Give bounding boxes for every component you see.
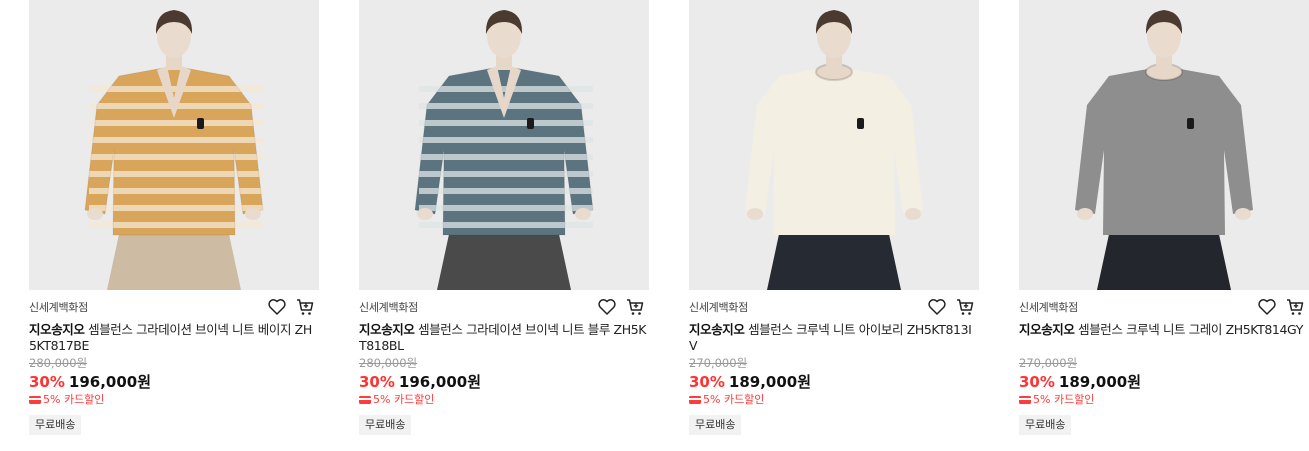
card-discount-label: 5% 카드할인 <box>43 393 105 406</box>
add-to-cart-button[interactable] <box>955 297 975 317</box>
knit-stripe <box>89 205 263 211</box>
product-meta-row: 신세계백화점 <box>689 290 979 322</box>
product-image[interactable] <box>1019 0 1309 290</box>
model-illustration <box>689 0 979 290</box>
add-to-cart-button[interactable] <box>1285 297 1305 317</box>
card-discount-label: 5% 카드할인 <box>703 393 765 406</box>
price-row: 30% 189,000원 <box>689 372 979 392</box>
heart-icon <box>1258 299 1276 315</box>
product-card: 신세계백화점 지오송지오 셈블런스 크루넥 니트 그레이 ZH5KT814GY … <box>1019 0 1309 435</box>
model-illustration <box>359 0 649 290</box>
store-name: 신세계백화점 <box>1019 301 1078 314</box>
knit-stripe <box>89 137 263 143</box>
sale-price: 189,000원 <box>1058 373 1142 391</box>
card-discount-label: 5% 카드할인 <box>373 393 435 406</box>
free-shipping-badge: 무료배송 <box>29 415 82 435</box>
product-grid: 신세계백화점 지오송지오 셈블런스 그라데이션 브이넥 니트 베이지 ZH5KT… <box>0 0 1309 451</box>
knit-stripe <box>419 188 593 194</box>
product-title[interactable]: 지오송지오 셈블런스 그라데이션 브이넥 니트 블루 ZH5KT818BL <box>359 322 649 354</box>
sale-price: 196,000원 <box>398 373 482 391</box>
free-shipping-badge: 무료배송 <box>689 415 742 435</box>
discount-rate: 30% <box>29 373 65 391</box>
product-meta-row: 신세계백화점 <box>359 290 649 322</box>
original-price: 270,000원 <box>689 356 748 370</box>
heart-icon <box>268 299 286 315</box>
logo-patch <box>1187 118 1194 129</box>
sale-price: 196,000원 <box>68 373 152 391</box>
card-discount-benefit: 5% 카드할인 <box>1019 393 1309 407</box>
wishlist-button[interactable] <box>267 297 287 317</box>
heart-icon <box>928 299 946 315</box>
cart-icon <box>1287 299 1304 315</box>
model-illustration <box>1019 0 1309 290</box>
credit-card-icon <box>359 396 371 404</box>
heart-icon <box>598 299 616 315</box>
card-discount-benefit: 5% 카드할인 <box>29 393 319 407</box>
brand-name: 지오송지오 <box>29 322 85 337</box>
knit-stripe <box>89 154 263 160</box>
model-illustration <box>29 0 319 290</box>
product-card: 신세계백화점 지오송지오 셈블런스 크루넥 니트 아이보리 ZH5KT813IV… <box>689 0 979 435</box>
brand-name: 지오송지오 <box>359 322 415 337</box>
knit-stripe <box>419 222 593 228</box>
price-row: 30% 196,000원 <box>359 372 649 392</box>
product-image[interactable] <box>29 0 319 290</box>
store-name: 신세계백화점 <box>29 301 88 314</box>
wishlist-button[interactable] <box>927 297 947 317</box>
knit-stripe <box>419 205 593 211</box>
store-name: 신세계백화점 <box>689 301 748 314</box>
logo-patch <box>197 118 204 129</box>
knit-stripe <box>89 188 263 194</box>
free-shipping-badge: 무료배송 <box>1019 415 1072 435</box>
product-meta-row: 신세계백화점 <box>29 290 319 322</box>
knit-stripe <box>419 137 593 143</box>
original-price: 280,000원 <box>359 356 418 370</box>
brand-name: 지오송지오 <box>1019 322 1075 337</box>
card-discount-label: 5% 카드할인 <box>1033 393 1095 406</box>
product-title[interactable]: 지오송지오 셈블런스 크루넥 니트 그레이 ZH5KT814GY <box>1019 322 1309 354</box>
discount-rate: 30% <box>689 373 725 391</box>
discount-rate: 30% <box>1019 373 1055 391</box>
knit-stripe <box>419 154 593 160</box>
credit-card-icon <box>1019 396 1031 404</box>
product-card: 신세계백화점 지오송지오 셈블런스 그라데이션 브이넥 니트 블루 ZH5KT8… <box>359 0 649 435</box>
cart-icon <box>957 299 974 315</box>
sale-price: 189,000원 <box>728 373 812 391</box>
price-row: 30% 189,000원 <box>1019 372 1309 392</box>
original-price: 270,000원 <box>1019 356 1078 370</box>
cart-icon <box>297 299 314 315</box>
discount-rate: 30% <box>359 373 395 391</box>
logo-patch <box>857 118 864 129</box>
product-title[interactable]: 지오송지오 셈블런스 그라데이션 브이넥 니트 베이지 ZH5KT817BE <box>29 322 319 354</box>
logo-patch <box>527 118 534 129</box>
brand-name: 지오송지오 <box>689 322 745 337</box>
knit-stripe <box>419 120 593 126</box>
wishlist-button[interactable] <box>1257 297 1277 317</box>
product-image[interactable] <box>689 0 979 290</box>
store-name: 신세계백화점 <box>359 301 418 314</box>
price-row: 30% 196,000원 <box>29 372 319 392</box>
knit-stripe <box>89 222 263 228</box>
product-card: 신세계백화점 지오송지오 셈블런스 그라데이션 브이넥 니트 베이지 ZH5KT… <box>29 0 319 435</box>
credit-card-icon <box>29 396 41 404</box>
product-image[interactable] <box>359 0 649 290</box>
product-meta-row: 신세계백화점 <box>1019 290 1309 322</box>
free-shipping-badge: 무료배송 <box>359 415 412 435</box>
knit-stripe <box>89 120 263 126</box>
credit-card-icon <box>689 396 701 404</box>
wishlist-button[interactable] <box>597 297 617 317</box>
cart-icon <box>627 299 644 315</box>
card-discount-benefit: 5% 카드할인 <box>359 393 649 407</box>
original-price: 280,000원 <box>29 356 88 370</box>
card-discount-benefit: 5% 카드할인 <box>689 393 979 407</box>
product-name: 셈블런스 크루넥 니트 그레이 ZH5KT814GY <box>1078 322 1303 337</box>
product-title[interactable]: 지오송지오 셈블런스 크루넥 니트 아이보리 ZH5KT813IV <box>689 322 979 354</box>
add-to-cart-button[interactable] <box>295 297 315 317</box>
add-to-cart-button[interactable] <box>625 297 645 317</box>
